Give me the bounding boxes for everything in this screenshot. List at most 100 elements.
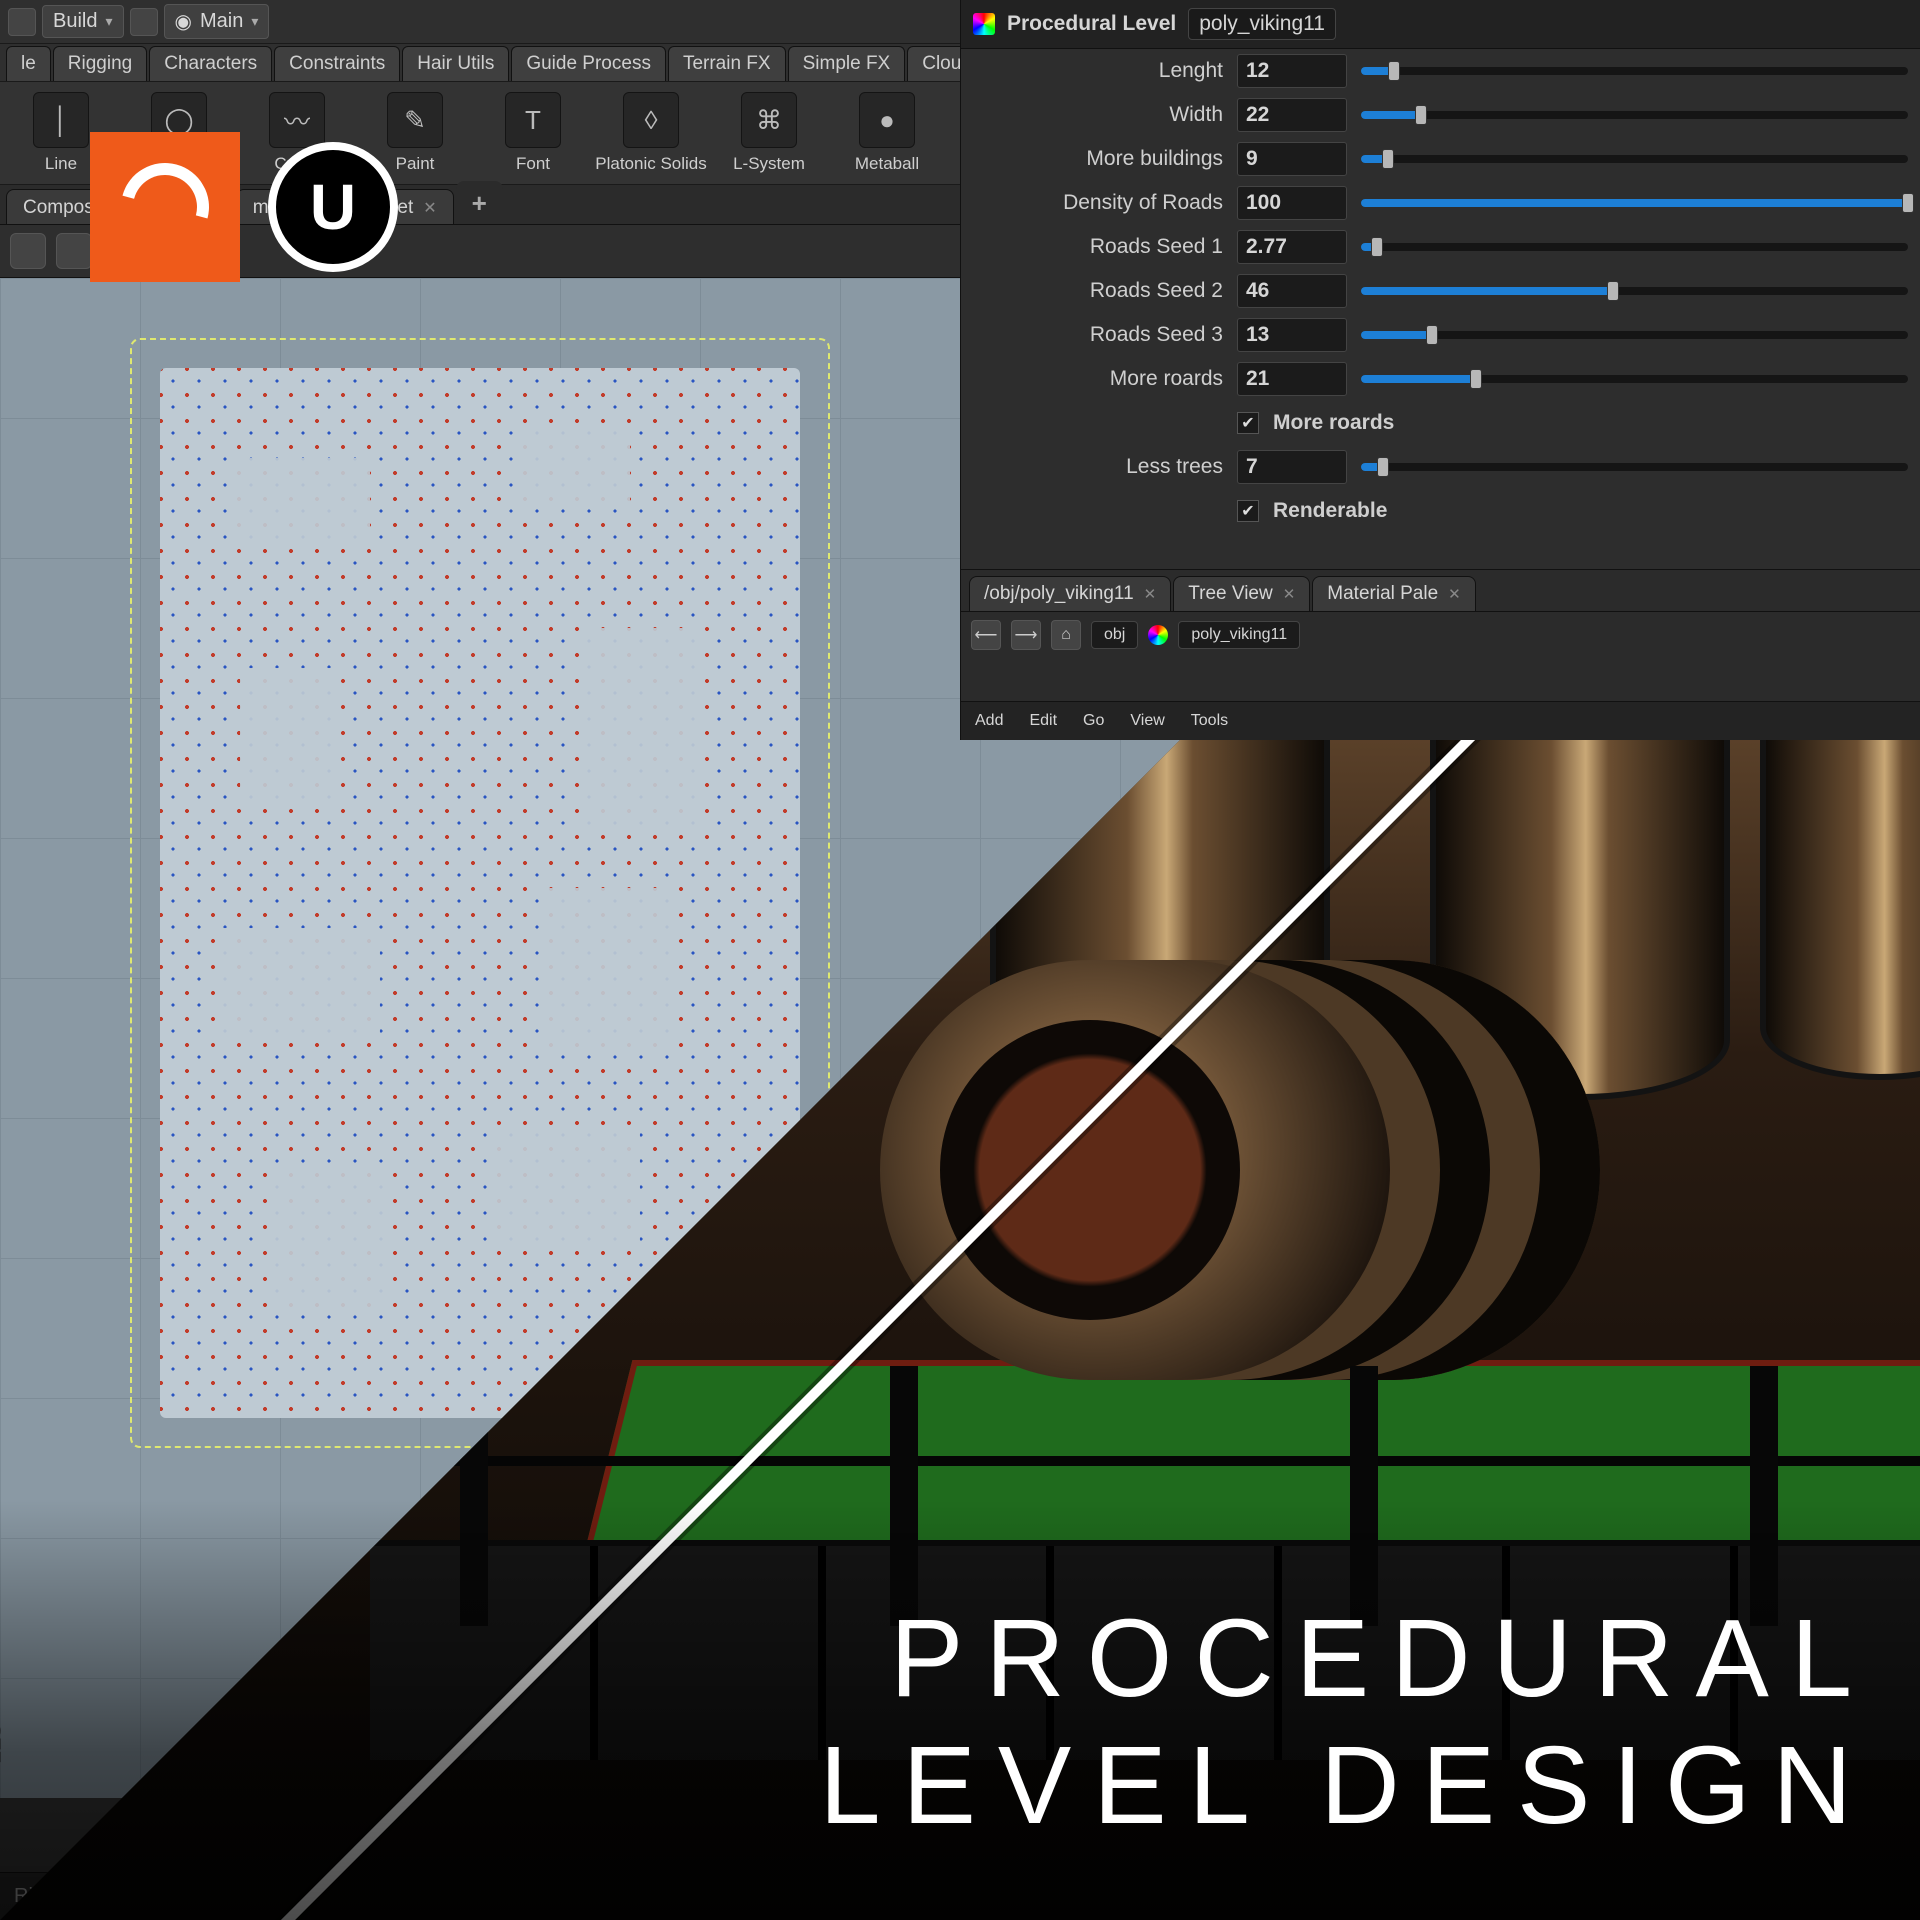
param-slider[interactable] [1361,155,1908,163]
houdini-logo-icon [90,132,240,282]
tool-label: L-System [733,154,805,174]
param-value-field[interactable]: 46 [1237,274,1347,308]
param-slider[interactable] [1361,287,1908,295]
tool-metaball[interactable]: ● Metaball [838,92,936,174]
param-value-field[interactable]: 9 [1237,142,1347,176]
crumb-leaf[interactable]: poly_viking11 [1178,621,1300,649]
param-value-field[interactable]: 7 [1237,450,1347,484]
menu-view[interactable]: View [1130,712,1164,730]
shelf-tab[interactable]: Characters [149,46,272,81]
param-row: More buildings 9 [961,137,1920,181]
shelf-tab[interactable]: Rigging [53,46,147,81]
chevron-down-icon: ▾ [105,13,112,30]
nav-back-icon[interactable]: ⟵ [971,620,1001,650]
close-icon[interactable]: ✕ [1283,585,1296,603]
unreal-letter: U [310,170,356,244]
chevron-down-icon: ▾ [251,13,258,30]
network-tab[interactable]: Material Pale ✕ [1312,576,1475,611]
menu-edit[interactable]: Edit [1029,712,1057,730]
param-slider[interactable] [1361,199,1908,207]
tool-icon: ● [859,92,915,148]
menu-tools[interactable]: Tools [1191,712,1228,730]
desk-icon[interactable] [8,8,36,36]
desk-label: Build [53,10,97,33]
node-name-field[interactable]: poly_viking11 [1188,8,1336,40]
tool-icon: ⌘ [741,92,797,148]
param-label: Lenght [973,59,1223,83]
param-value-field[interactable]: 2.77 [1237,230,1347,264]
netview-icon: ◉ [175,9,192,34]
desk-dropdown[interactable]: Build ▾ [42,5,124,38]
close-icon[interactable]: ✕ [1144,585,1157,603]
network-menu: Add Edit Go View Tools [961,701,1920,740]
tool-icon: T [505,92,561,148]
vt-btn-1[interactable] [10,233,46,269]
shelf-tab[interactable]: Simple FX [788,46,906,81]
home-icon[interactable]: ⌂ [1051,620,1081,650]
param-value-field[interactable]: 21 [1237,362,1347,396]
checkbox-input[interactable]: ✔ [1237,412,1259,434]
vt-btn-2[interactable] [56,233,92,269]
param-slider[interactable] [1361,111,1908,119]
param-label: More roards [973,367,1223,391]
network-tabs: /obj/poly_viking11✕Tree View✕Material Pa… [961,570,1920,612]
param-slider[interactable] [1361,463,1908,471]
param-slider[interactable] [1361,375,1908,383]
checkbox-input[interactable]: ✔ [1237,500,1259,522]
title-line-2: LEVEL DESIGN [819,1722,1874,1850]
network-pane: /obj/poly_viking11✕Tree View✕Material Pa… [960,570,1920,740]
param-label: Density of Roads [973,191,1223,215]
param-label: Roads Seed 1 [973,235,1223,259]
param-label: More buildings [973,147,1223,171]
tool-font[interactable]: TFont [484,92,582,174]
param-row: More roards 21 [961,357,1920,401]
shelf-tab[interactable]: le [6,46,51,81]
param-label: Less trees [973,455,1223,479]
param-row-less-trees: Less trees 7 [961,445,1920,489]
tool-label: Metaball [855,154,919,174]
param-value-field[interactable]: 100 [1237,186,1347,220]
shelf-tab[interactable]: Guide Process [511,46,666,81]
node-color-icon [973,13,995,35]
netview-dropdown[interactable]: ◉ Main ▾ [164,4,270,39]
checkbox-label: More roards [1273,411,1394,435]
param-title-bar: Procedural Level poly_viking11 [961,0,1920,49]
menu-add[interactable]: Add [975,712,1003,730]
param-slider[interactable] [1361,67,1908,75]
param-value-field[interactable]: 22 [1237,98,1347,132]
param-slider[interactable] [1361,331,1908,339]
param-label: Roads Seed 2 [973,279,1223,303]
close-icon[interactable]: ✕ [1448,585,1461,603]
tab-label: Material Pale [1327,583,1438,605]
add-tab-button[interactable]: + [456,181,503,224]
network-tab[interactable]: /obj/poly_viking11✕ [969,576,1171,611]
shelf-tab[interactable]: Constraints [274,46,400,81]
tool-l-system[interactable]: ⌘ L-System [720,92,818,174]
node-type: Procedural Level [1007,12,1176,36]
param-row: Width 22 [961,93,1920,137]
shelf-tab[interactable]: Hair Utils [402,46,509,81]
param-value-field[interactable]: 12 [1237,54,1347,88]
title-block: PROCEDURAL LEVEL DESIGN [819,1595,1874,1850]
tool-icon: ◊ [623,92,679,148]
checkbox-renderable: ✔ Renderable [961,489,1920,533]
crumb-root[interactable]: obj [1091,621,1138,649]
network-tab[interactable]: Tree View✕ [1173,576,1310,611]
close-icon[interactable]: ✕ [423,198,436,218]
nav-fwd-icon[interactable]: ⟶ [1011,620,1041,650]
param-value-field[interactable]: 13 [1237,318,1347,352]
menu-go[interactable]: Go [1083,712,1104,730]
spacer-icon [130,8,158,36]
param-label: Width [973,103,1223,127]
param-slider[interactable] [1361,243,1908,251]
tool-label: Platonic Solids [595,154,707,174]
param-row: Roads Seed 2 46 [961,269,1920,313]
tool-platonic-solids[interactable]: ◊Platonic Solids [602,92,700,174]
param-row: Lenght 12 [961,49,1920,93]
param-row: Density of Roads 100 [961,181,1920,225]
shelf-tab[interactable]: Terrain FX [668,46,786,81]
title-line-1: PROCEDURAL [819,1595,1874,1723]
breadcrumb: ⟵ ⟶ ⌂ obj poly_viking11 [961,612,1920,658]
param-row: Roads Seed 1 2.77 [961,225,1920,269]
param-label: Roads Seed 3 [973,323,1223,347]
